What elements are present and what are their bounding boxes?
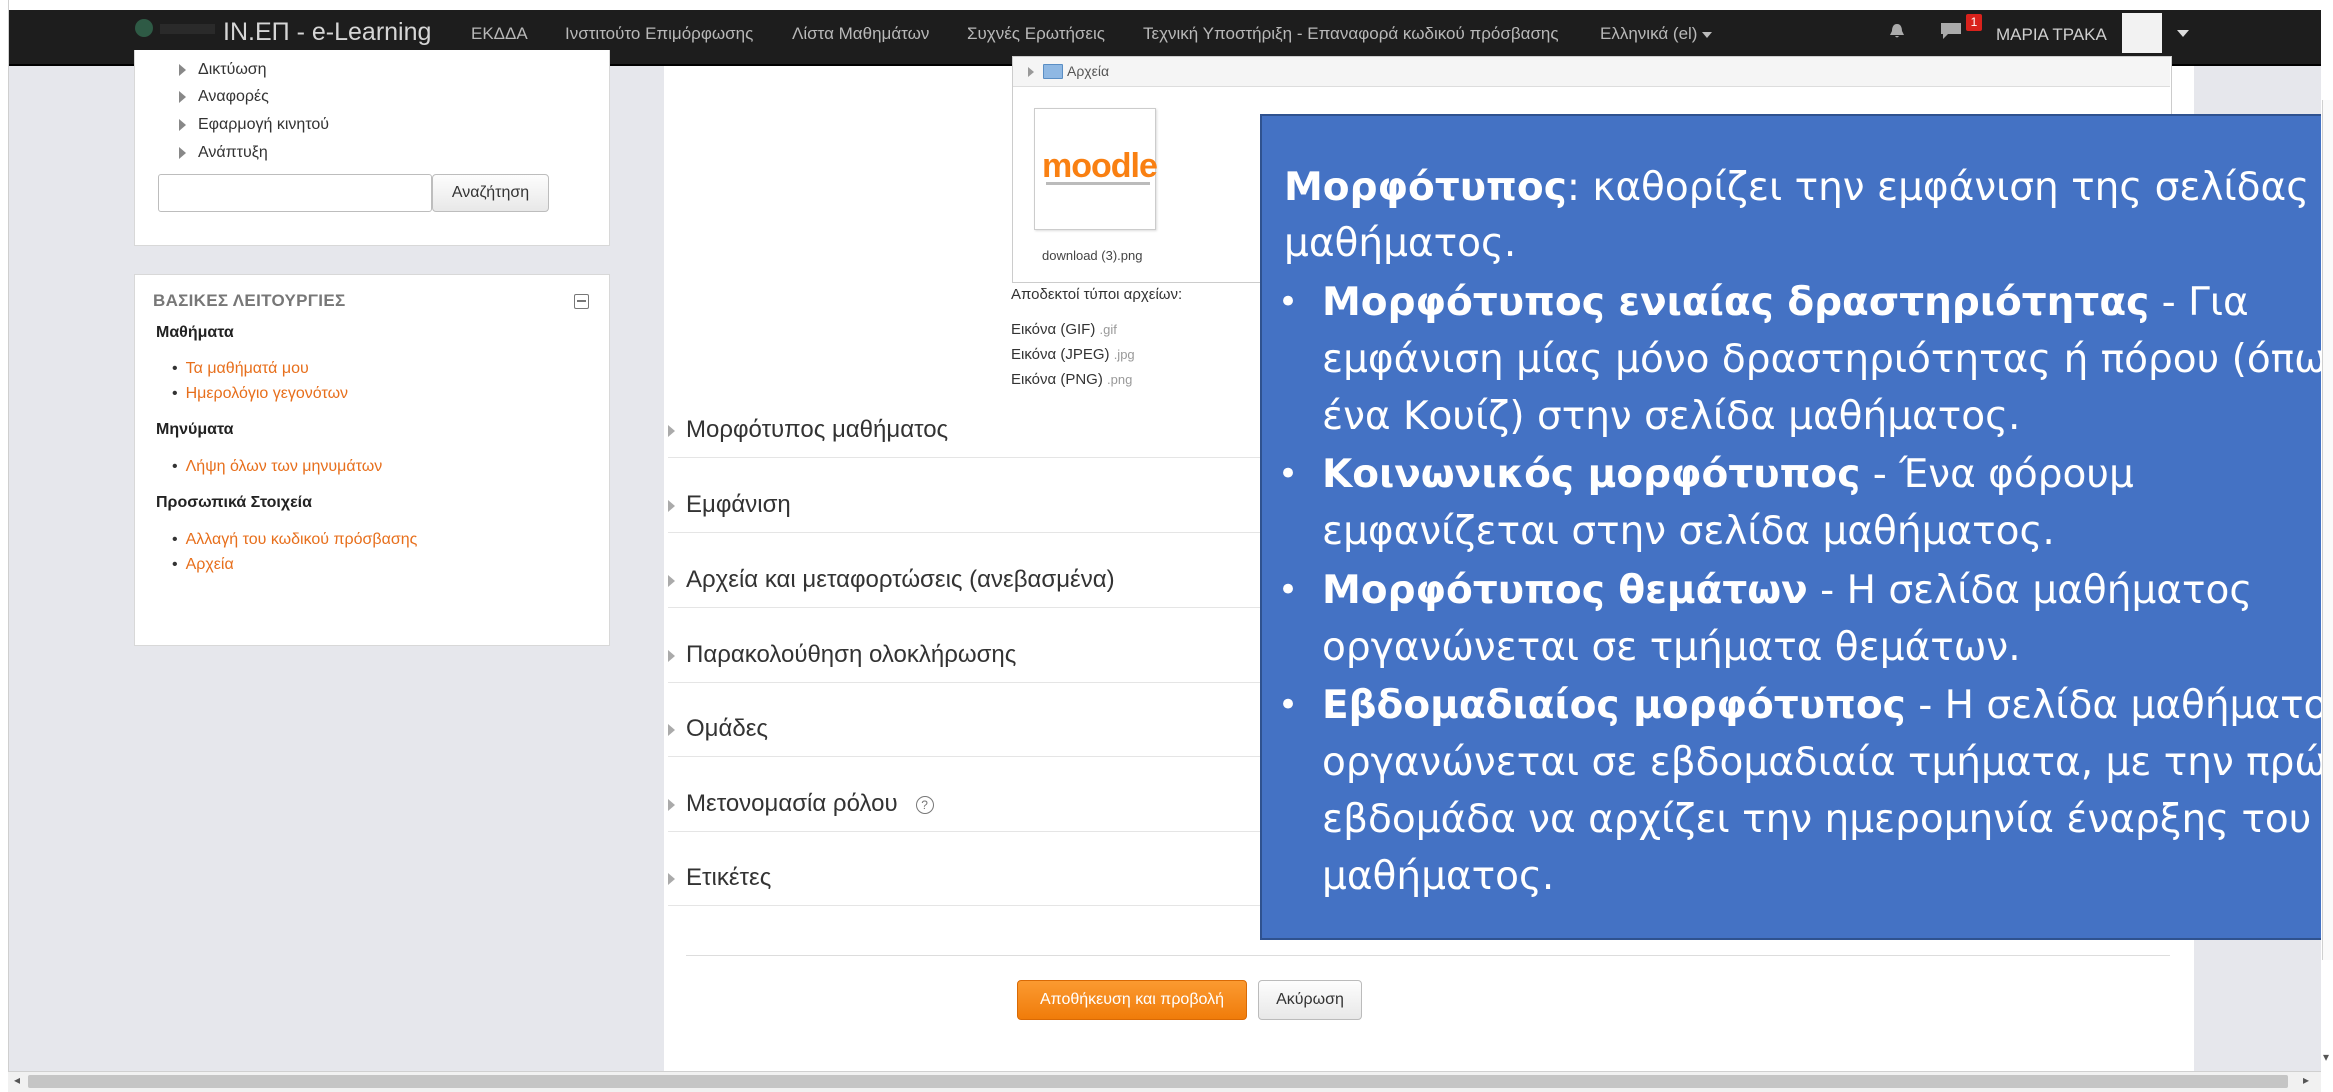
expand-arrow-icon <box>179 118 186 131</box>
sidebar-search-input[interactable] <box>158 174 432 212</box>
tree-item-label: Ανάπτυξη <box>198 144 268 161</box>
nav-link-support[interactable]: Τεχνική Υποστήριξη - Επαναφορά κωδικού π… <box>1143 24 1559 44</box>
section-expand-icon[interactable] <box>668 500 675 512</box>
section-files-uploads[interactable]: Αρχεία και μεταφορτώσεις (ανεβασμένα) <box>686 566 1115 594</box>
callout-item-social: • Κοινωνικός μορφότυπος - Ένα φόρουμ εμφα… <box>1278 446 2333 560</box>
section-heading-messages: Μηνύματα <box>156 421 234 438</box>
nav-link-faq[interactable]: Συχνές Ερωτήσεις <box>967 24 1105 44</box>
bullet-icon: • <box>1278 282 1299 322</box>
language-label: Ελληνικά (el) <box>1600 24 1698 43</box>
nav-link-ekdda[interactable]: ΕΚΔΔΑ <box>471 24 528 44</box>
callout-item-term: Μορφότυπος θεμάτων <box>1322 568 1808 613</box>
brand-title[interactable]: ΙΝ.ΕΠ - e-Learning <box>223 18 431 47</box>
user-menu-chevron-down-icon[interactable] <box>2177 30 2189 37</box>
callout-intro: Μορφότυπος: καθορίζει την εμφάνιση της σ… <box>1284 160 2324 272</box>
site-logo-icon[interactable] <box>135 19 153 37</box>
notifications-bell-icon[interactable] <box>1888 22 1906 40</box>
callout-item-term: Κοινωνικός μορφότυπος <box>1322 452 1861 497</box>
callout-item-weekly: • Εβδομαδιαίος μορφότυπος - Η σελίδα μαθή… <box>1278 677 2333 905</box>
type-name: Εικόνα (GIF) <box>1011 321 1096 338</box>
section-groups[interactable]: Ομάδες <box>686 715 768 743</box>
scroll-left-arrow-icon[interactable]: ◂ <box>14 1073 20 1087</box>
scroll-right-arrow-icon[interactable]: ▸ <box>2303 1073 2309 1087</box>
sidebar-search-button[interactable]: Αναζήτηση <box>432 174 549 212</box>
callout-item-topics: • Μορφότυπος θεμάτων - Η σελίδα μαθήματος… <box>1278 562 2333 676</box>
section-completion-tracking[interactable]: Παρακολούθηση ολοκλήρωσης <box>686 641 1016 669</box>
folder-icon[interactable] <box>1043 64 1063 79</box>
callout-item-single-activity: • Μορφότυπος ενιαίας δραστηριότητας - Για… <box>1278 274 2333 445</box>
tree-item-label: Αναφορές <box>198 88 269 105</box>
block-title: ΒΑΣΙΚΕΣ ΛΕΙΤΟΥΡΓΙΕΣ <box>153 291 346 310</box>
expand-arrow-icon <box>179 90 186 103</box>
section-appearance[interactable]: Εμφάνιση <box>686 491 791 519</box>
nav-link-course-list[interactable]: Λίστα Μαθημάτων <box>792 24 929 44</box>
window-left-edge <box>0 0 9 1091</box>
section-expand-icon[interactable] <box>668 425 675 437</box>
tree-item-label: Εφαρμογή κινητού <box>198 116 330 133</box>
link-files[interactable]: Αρχεία <box>172 556 234 574</box>
section-course-format[interactable]: Μορφότυπος μαθήματος <box>686 416 948 444</box>
save-and-display-button[interactable]: Αποθήκευση και προβολή <box>1017 980 1247 1020</box>
help-icon[interactable]: ? <box>915 795 934 814</box>
horizontal-scrollbar-thumb[interactable] <box>28 1075 2288 1088</box>
section-expand-icon[interactable] <box>668 575 675 587</box>
accepted-type-gif: Εικόνα (GIF) .gif <box>1011 321 1117 338</box>
messages-count-badge: 1 <box>1966 14 1982 31</box>
logo-tagline-mark <box>1046 182 1150 185</box>
expand-arrow-icon[interactable] <box>1028 67 1034 77</box>
accepted-type-jpeg: Εικόνα (JPEG) .jpg <box>1011 346 1135 363</box>
user-name[interactable]: ΜΑΡΙΑ ΤΡΑΚΑ <box>1996 25 2107 45</box>
moodle-logo: moodle <box>1042 147 1158 185</box>
tree-item-development[interactable]: Ανάπτυξη <box>179 144 268 162</box>
tree-item-mobile-app[interactable]: Εφαρμογή κινητού <box>179 116 329 134</box>
section-expand-icon[interactable] <box>668 799 675 811</box>
section-expand-icon[interactable] <box>668 873 675 885</box>
section-heading-personal: Προσωπικά Στοιχεία <box>156 494 312 511</box>
section-label: Μετονομασία ρόλου <box>686 790 898 817</box>
scroll-down-arrow-icon[interactable]: ▾ <box>2323 1050 2329 1064</box>
page: ΙΝ.ΕΠ - e-Learning ΕΚΔΔΑ Ινστιτούτο Επιμ… <box>0 0 2333 1092</box>
callout-item-term: Μορφότυπος ενιαίας δραστηριότητας <box>1322 280 2150 325</box>
tree-item-label: Δικτύωση <box>198 61 267 78</box>
section-heading-courses: Μαθήματα <box>156 324 234 341</box>
section-tags[interactable]: Ετικέτες <box>686 864 771 892</box>
type-ext: .jpg <box>1113 347 1135 362</box>
bullet-icon: • <box>1278 685 1299 725</box>
file-name[interactable]: download (3).png <box>1042 248 1142 263</box>
bullet-icon: • <box>1278 570 1299 610</box>
messages-chat-icon[interactable] <box>1940 22 1962 40</box>
tree-item-reports[interactable]: Αναφορές <box>179 88 269 106</box>
type-ext: .gif <box>1099 322 1117 337</box>
accepted-types-label: Αποδεκτοί τύποι αρχείων: <box>1011 286 1183 303</box>
bullet-icon: • <box>1278 454 1299 494</box>
course-format-info-callout: Μορφότυπος: καθορίζει την εμφάνιση της σ… <box>1260 114 2333 940</box>
nav-link-institute[interactable]: Ινστιτούτο Επιμόρφωσης <box>565 24 753 44</box>
type-ext: .png <box>1107 372 1133 387</box>
type-name: Εικόνα (PNG) <box>1011 371 1103 388</box>
link-my-courses[interactable]: Τα μαθήματά μου <box>172 360 309 378</box>
section-role-renaming[interactable]: Μετονομασία ρόλου? <box>686 790 934 818</box>
tree-item-networking[interactable]: Δικτύωση <box>179 61 267 79</box>
link-change-password[interactable]: Αλλαγή του κωδικού πρόσβασης <box>172 531 418 549</box>
file-manager-path-bar <box>1013 57 2170 87</box>
avatar[interactable] <box>2122 13 2162 53</box>
collapse-block-icon[interactable] <box>574 294 589 309</box>
form-footer-divider <box>686 955 2170 956</box>
section-expand-icon[interactable] <box>668 650 675 662</box>
expand-arrow-icon <box>179 63 186 76</box>
accepted-type-png: Εικόνα (PNG) .png <box>1011 371 1132 388</box>
section-expand-icon[interactable] <box>668 724 675 736</box>
vertical-scrollbar-thumb[interactable] <box>2322 100 2333 960</box>
callout-intro-term: Μορφότυπος <box>1284 165 1567 210</box>
folder-name[interactable]: Αρχεία <box>1067 63 1109 79</box>
chevron-down-icon <box>1702 31 1713 38</box>
language-menu[interactable]: Ελληνικά (el) <box>1600 24 1713 44</box>
site-logo-mark <box>160 24 215 34</box>
link-calendar[interactable]: Ημερολόγιο γεγονότων <box>172 385 348 403</box>
type-name: Εικόνα (JPEG) <box>1011 346 1110 363</box>
callout-item-term: Εβδομαδιαίος μορφότυπος <box>1322 683 1906 728</box>
link-all-messages[interactable]: Λήψη όλων των μηνυμάτων <box>172 458 383 476</box>
cancel-button[interactable]: Ακύρωση <box>1258 980 1362 1020</box>
expand-arrow-icon <box>179 146 186 159</box>
